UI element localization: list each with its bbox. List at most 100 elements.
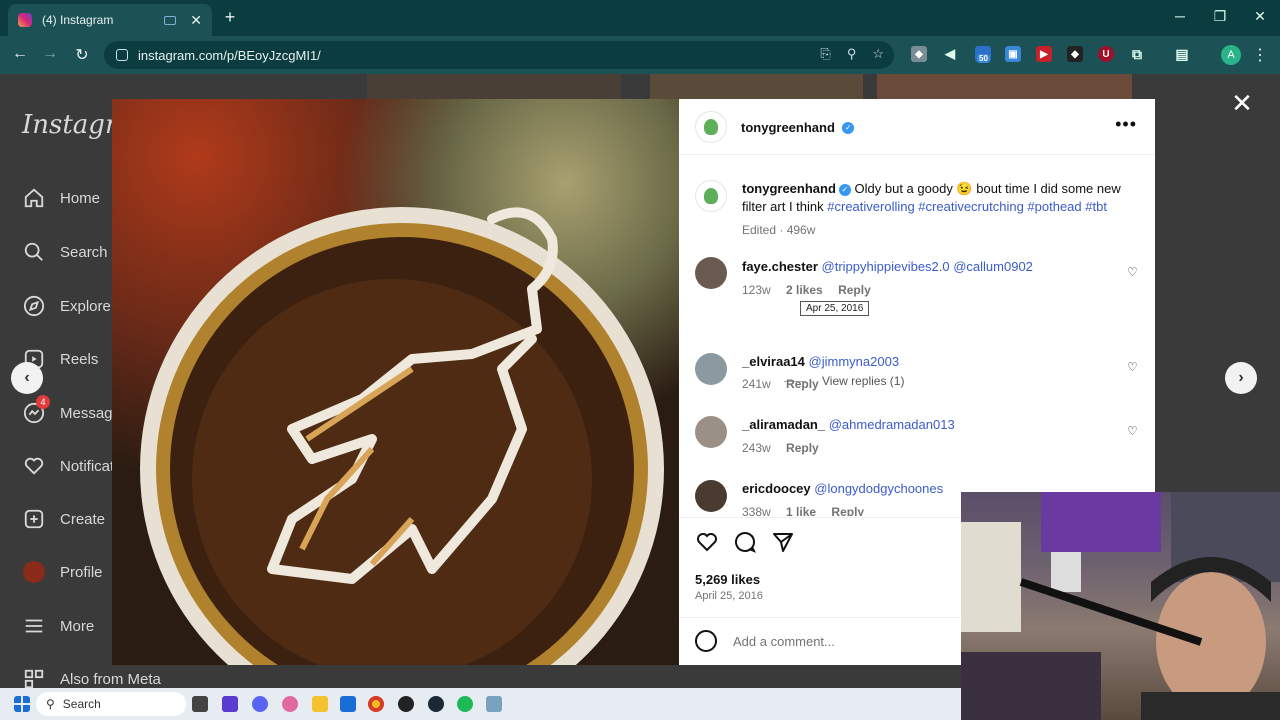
windows-start-icon[interactable] bbox=[14, 696, 30, 712]
menu-icon bbox=[22, 614, 46, 638]
volume-extension-icon[interactable]: ◀ bbox=[942, 46, 958, 62]
dark-extension-icon[interactable]: ◆ bbox=[1067, 46, 1083, 62]
author-username[interactable]: tonygreenhand bbox=[741, 120, 835, 135]
comment-age: 241w bbox=[742, 377, 771, 391]
browser-tab[interactable]: (4) Instagram ✕ bbox=[8, 4, 212, 36]
ublock-extension-icon[interactable]: U bbox=[1098, 46, 1114, 62]
commenter-avatar[interactable] bbox=[695, 480, 727, 512]
comment-bubble-icon[interactable] bbox=[733, 530, 757, 554]
tab-close-icon[interactable]: ✕ bbox=[190, 12, 202, 29]
caption-username[interactable]: tonygreenhand bbox=[742, 181, 836, 196]
more-options-icon[interactable]: ••• bbox=[1115, 114, 1137, 135]
comment-like-heart-icon[interactable]: ♡ bbox=[1127, 424, 1139, 438]
likes-count[interactable]: 5,269 likes bbox=[695, 572, 760, 587]
sidebar-item-label: Also from Meta bbox=[60, 670, 161, 688]
commenter-avatar[interactable] bbox=[695, 353, 727, 385]
commenter-avatar[interactable] bbox=[695, 257, 727, 289]
browser-tab-bar: (4) Instagram ✕ + ─ ❐ ✕ bbox=[0, 0, 1280, 36]
share-send-icon[interactable] bbox=[771, 530, 795, 554]
minimize-button[interactable]: ─ bbox=[1160, 8, 1200, 24]
window-close-button[interactable]: ✕ bbox=[1240, 8, 1280, 25]
reply-button[interactable]: Reply bbox=[838, 283, 871, 297]
sidebar-item-explore[interactable]: Explore bbox=[22, 294, 111, 318]
comment-like-heart-icon[interactable]: ♡ bbox=[1127, 360, 1139, 374]
comment-likes[interactable]: 2 likes bbox=[786, 283, 823, 297]
reply-button[interactable]: Reply bbox=[831, 505, 864, 516]
comments-list[interactable]: tonygreenhand ✓ Oldy but a goody 😉 bout t… bbox=[679, 156, 1155, 516]
next-post-button[interactable]: › bbox=[1225, 362, 1257, 394]
address-bar[interactable]: instagram.com/p/BEoyJzcgMI1/ ⎘ ⚲ ☆ bbox=[104, 41, 894, 69]
forward-button[interactable]: → bbox=[38, 45, 62, 63]
install-app-icon[interactable]: ⎘ bbox=[820, 46, 830, 62]
shield-extension-icon[interactable]: ◆ bbox=[911, 46, 927, 62]
tab-search-extension-icon[interactable]: 50 bbox=[975, 46, 991, 63]
feed-thumbnail[interactable] bbox=[877, 74, 1132, 100]
spotify-icon[interactable] bbox=[457, 696, 473, 712]
sidebar-item-search[interactable]: Search bbox=[22, 240, 108, 264]
restore-button[interactable]: ❐ bbox=[1200, 8, 1240, 25]
sidebar-item-more[interactable]: More bbox=[22, 614, 94, 638]
obs-icon[interactable] bbox=[398, 696, 414, 712]
reload-button[interactable]: ↻ bbox=[70, 45, 94, 65]
steam-icon[interactable] bbox=[428, 696, 444, 712]
reply-button[interactable]: Reply bbox=[786, 441, 819, 455]
copilot-icon[interactable] bbox=[282, 696, 298, 712]
search-icon bbox=[22, 240, 46, 264]
comment-username[interactable]: faye.chester bbox=[742, 259, 818, 274]
comment-age: 243w bbox=[742, 441, 771, 455]
side-panel-icon[interactable]: ▤ bbox=[1174, 46, 1190, 62]
comment-mentions[interactable]: @ahmedramadan013 bbox=[829, 417, 955, 432]
sidebar-item-messages[interactable]: 4 Messages bbox=[22, 395, 112, 425]
emoji-icon[interactable] bbox=[695, 630, 717, 652]
profile-avatar-button[interactable]: A bbox=[1221, 45, 1241, 65]
task-view-icon[interactable] bbox=[192, 696, 208, 712]
sidebar-item-notifications[interactable]: Notifications bbox=[22, 454, 112, 478]
notification-badge: 4 bbox=[36, 395, 50, 409]
video-extension-icon[interactable]: ▶ bbox=[1036, 46, 1052, 62]
comment-text: ericdoocey @longydodgychoones bbox=[742, 480, 943, 498]
discord-icon[interactable] bbox=[252, 696, 268, 712]
reply-button[interactable]: Reply bbox=[786, 377, 819, 391]
comment-username[interactable]: _elviraa14 bbox=[742, 354, 805, 369]
sidebar-item-profile[interactable]: Profile bbox=[22, 560, 103, 584]
photos-icon[interactable] bbox=[486, 696, 502, 712]
comment-likes[interactable]: 1 like bbox=[786, 505, 816, 516]
chrome-icon[interactable] bbox=[368, 696, 384, 712]
teams-icon[interactable] bbox=[222, 696, 238, 712]
comment-username[interactable]: _aliramadan_ bbox=[742, 417, 825, 432]
file-explorer-icon[interactable] bbox=[312, 696, 328, 712]
caption-hashtags[interactable]: #creativerolling #creativecrutching #pot… bbox=[827, 199, 1107, 214]
comment-mentions[interactable]: @trippyhippievibes2.0 @callum0902 bbox=[822, 259, 1033, 274]
tab-audio-icon[interactable] bbox=[164, 15, 177, 25]
taskbar-search[interactable]: ⚲ Search bbox=[36, 692, 186, 716]
back-button[interactable]: ← bbox=[8, 45, 32, 63]
like-heart-icon[interactable] bbox=[695, 530, 719, 554]
caption-text: tonygreenhand ✓ Oldy but a goody 😉 bout t… bbox=[742, 180, 1142, 216]
author-avatar[interactable] bbox=[695, 180, 727, 212]
comment-meta: 123w 2 likes Reply bbox=[742, 283, 871, 297]
screen-capture-extension-icon[interactable]: ▣ bbox=[1005, 46, 1021, 62]
new-tab-button[interactable]: + bbox=[220, 7, 240, 28]
author-avatar[interactable] bbox=[695, 111, 727, 143]
comment-mentions[interactable]: @jimmyna2003 bbox=[809, 354, 900, 369]
sidebar-item-label: Create bbox=[60, 510, 106, 528]
feed-thumbnail[interactable] bbox=[367, 74, 621, 100]
sidebar-item-home[interactable]: Home bbox=[22, 186, 100, 210]
site-info-icon[interactable] bbox=[116, 49, 128, 61]
comment-like-heart-icon[interactable]: ♡ bbox=[1127, 265, 1139, 279]
feed-thumbnail[interactable] bbox=[650, 74, 863, 100]
browser-menu-icon[interactable]: ⋮ bbox=[1252, 45, 1268, 65]
extensions-puzzle-icon[interactable]: ⧉ bbox=[1129, 46, 1145, 62]
zoom-icon[interactable]: ⚲ bbox=[847, 46, 857, 62]
bookmark-star-icon[interactable]: ☆ bbox=[872, 46, 884, 62]
previous-post-button[interactable]: ‹ bbox=[11, 362, 43, 394]
commenter-avatar[interactable] bbox=[695, 416, 727, 448]
store-icon[interactable] bbox=[340, 696, 356, 712]
close-modal-icon[interactable]: ✕ bbox=[1230, 88, 1254, 119]
comment-input[interactable]: Add a comment... bbox=[733, 634, 835, 649]
post-image[interactable] bbox=[112, 99, 679, 665]
comment-username[interactable]: ericdoocey bbox=[742, 481, 811, 496]
comment-mentions[interactable]: @longydodgychoones bbox=[814, 481, 943, 496]
extension-badge: 50 bbox=[977, 54, 990, 63]
sidebar-item-create[interactable]: Create bbox=[22, 507, 105, 531]
